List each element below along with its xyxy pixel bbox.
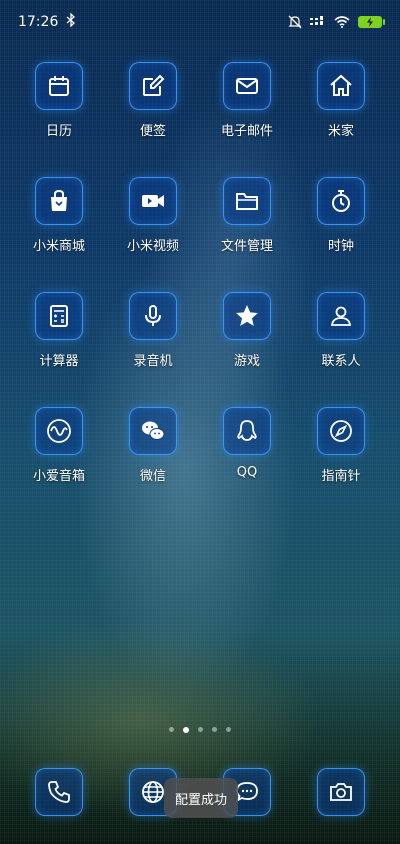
page-dot[interactable] <box>169 727 174 732</box>
app-file-manager[interactable]: 文件管理 <box>200 177 294 254</box>
contact-icon <box>317 292 365 340</box>
app-label: 小米商城 <box>32 239 85 254</box>
calendar-icon <box>35 62 83 110</box>
app-label: 小米视频 <box>126 239 179 254</box>
app-label: QQ <box>236 465 258 480</box>
app-calculator[interactable]: 计算器 <box>12 292 106 369</box>
battery-charging-icon <box>358 16 385 28</box>
wifi-icon <box>334 16 350 28</box>
app-calendar[interactable]: 日历 <box>12 62 106 139</box>
wechat-icon <box>129 407 177 455</box>
video-icon <box>129 177 177 225</box>
star-icon <box>223 292 271 340</box>
camera-icon <box>317 768 365 816</box>
app-label: 文件管理 <box>220 239 273 254</box>
dock-camera[interactable] <box>294 768 388 816</box>
app-notes[interactable]: 便签 <box>106 62 200 139</box>
notes-icon <box>129 62 177 110</box>
compass-icon <box>317 407 365 455</box>
stopwatch-icon <box>317 177 365 225</box>
page-indicator[interactable] <box>0 726 400 733</box>
wave-icon <box>35 407 83 455</box>
mute-bell-icon <box>288 15 302 29</box>
page-dot[interactable] <box>198 727 203 732</box>
home-icon <box>317 62 365 110</box>
qq-icon <box>223 407 271 455</box>
page-dot[interactable] <box>226 727 231 732</box>
app-label: 联系人 <box>321 354 361 369</box>
app-label: 米家 <box>327 124 354 139</box>
app-label: 便签 <box>139 124 166 139</box>
app-games[interactable]: 游戏 <box>200 292 294 369</box>
app-label: 时钟 <box>327 239 354 254</box>
page-dot-active[interactable] <box>183 726 189 733</box>
app-label: 电子邮件 <box>220 124 273 139</box>
app-wechat[interactable]: 微信 <box>106 407 200 484</box>
app-compass[interactable]: 指南针 <box>294 407 388 484</box>
app-mijia[interactable]: 米家 <box>294 62 388 139</box>
status-time: 17:26 <box>18 14 59 30</box>
mail-icon <box>223 62 271 110</box>
app-clock[interactable]: 时钟 <box>294 177 388 254</box>
app-label: 微信 <box>139 469 166 484</box>
app-contacts[interactable]: 联系人 <box>294 292 388 369</box>
calculator-icon <box>35 292 83 340</box>
app-xiaoai-speaker[interactable]: 小爱音箱 <box>12 407 106 484</box>
microphone-icon <box>129 292 177 340</box>
app-label: 日历 <box>45 124 72 139</box>
app-mi-store[interactable]: 小米商城 <box>12 177 106 254</box>
app-email[interactable]: 电子邮件 <box>200 62 294 139</box>
folder-icon <box>223 177 271 225</box>
app-recorder[interactable]: 录音机 <box>106 292 200 369</box>
bluetooth-icon <box>66 12 76 31</box>
app-grid: 日历 便签 电子邮件 米家 小米商城 小米视频 文件管理 时钟 计算器 录音机 … <box>0 62 400 484</box>
phone-icon <box>35 768 83 816</box>
page-dot[interactable] <box>212 727 217 732</box>
app-label: 小爱音箱 <box>32 469 85 484</box>
app-qq[interactable]: QQ <box>200 407 294 484</box>
app-label: 指南针 <box>321 469 361 484</box>
app-label: 计算器 <box>39 354 79 369</box>
dock-phone[interactable] <box>12 768 106 816</box>
shopping-bag-icon <box>35 177 83 225</box>
app-label: 游戏 <box>233 354 260 369</box>
toast-message: 配置成功 <box>164 778 238 818</box>
app-mi-video[interactable]: 小米视频 <box>106 177 200 254</box>
signal-icon <box>310 16 326 28</box>
status-bar: 17:26 <box>0 0 400 44</box>
app-label: 录音机 <box>133 354 173 369</box>
